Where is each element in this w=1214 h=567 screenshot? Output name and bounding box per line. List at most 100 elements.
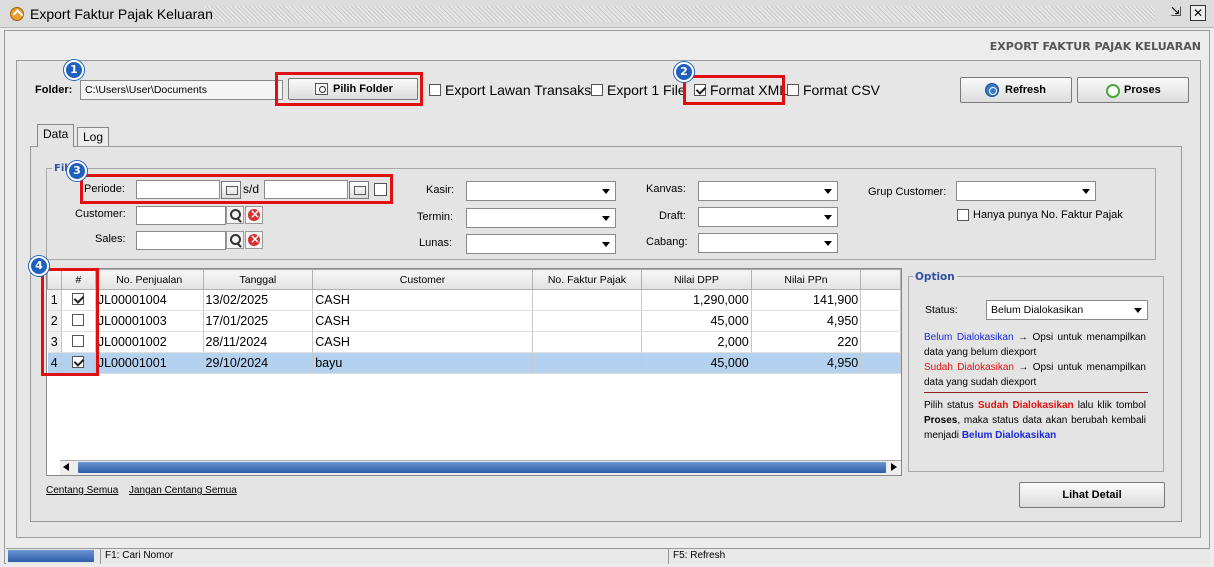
nilai-ppn-cell: 4,950	[751, 310, 862, 332]
sales-search-icon[interactable]	[226, 231, 244, 249]
chevron-down-icon	[602, 216, 610, 221]
note-part-1: Pilih status	[924, 400, 978, 411]
column-header-extra	[860, 269, 901, 290]
chevron-down-icon	[824, 241, 832, 246]
column-header-customer[interactable]: Customer	[312, 269, 533, 290]
no-faktur-pajak-cell	[532, 310, 643, 332]
proses-label: Proses	[1124, 84, 1161, 96]
export-one-file-label: Export 1 File	[607, 82, 686, 98]
app-icon	[10, 7, 24, 21]
column-header-nilai-ppn[interactable]: Nilai PPn	[750, 269, 862, 290]
option-note: Pilih status Sudah Dialokasikan lalu kli…	[924, 398, 1146, 443]
kasir-label: Kasir:	[426, 184, 455, 196]
tanggal-cell: 29/10/2024	[203, 352, 314, 374]
annotation-box-2	[683, 75, 785, 105]
customer-cell: bayu	[312, 352, 533, 374]
table-row[interactable]: 3 JL00001002 28/11/2024 CASH 2,000 220	[47, 331, 901, 353]
no-faktur-pajak-cell	[532, 352, 643, 374]
note-sudah: Sudah Dialokasikan	[977, 400, 1074, 411]
nilai-dpp-cell: 2,000	[641, 331, 752, 353]
refresh-icon	[985, 83, 999, 97]
draft-select[interactable]	[698, 207, 838, 227]
no-faktur-pajak-cell	[532, 289, 643, 311]
progress-indicator	[8, 550, 94, 562]
column-header-no-faktur-pajak[interactable]: No. Faktur Pajak	[531, 269, 643, 290]
annotation-marker-3: 3	[67, 161, 87, 181]
status-f5: F5: Refresh	[668, 548, 1208, 564]
customer-cell: CASH	[312, 289, 533, 311]
customer-cell: CASH	[312, 310, 533, 332]
chevron-down-icon	[824, 189, 832, 194]
note-proses: Proses	[924, 415, 958, 426]
sudah-description: Sudah Dialokasikan → Opsi untuk menampil…	[924, 360, 1146, 390]
proses-button[interactable]: Proses	[1077, 77, 1189, 103]
chevron-down-icon	[602, 189, 610, 194]
table-row[interactable]: 2 JL00001003 17/01/2025 CASH 45,000 4,950	[47, 310, 901, 332]
close-icon[interactable]: ✕	[1190, 5, 1206, 21]
no-penjualan-cell: JL00001001	[95, 352, 204, 374]
annotation-box-3	[80, 174, 393, 204]
lunas-select[interactable]	[466, 234, 616, 254]
cabang-select[interactable]	[698, 233, 838, 253]
note-part-2: lalu klik tombol	[1073, 400, 1147, 411]
nilai-ppn-cell: 141,900	[751, 289, 862, 311]
folder-path-value: C:\Users\User\Documents	[85, 84, 207, 96]
no-faktur-pajak-cell	[532, 331, 643, 353]
scrollbar-thumb[interactable]	[78, 462, 886, 473]
grup-customer-select[interactable]	[956, 181, 1096, 201]
termin-label: Termin:	[417, 211, 454, 223]
tab-data[interactable]: Data	[37, 124, 75, 147]
option-title: Option	[913, 271, 957, 283]
chevron-down-icon	[1134, 308, 1142, 313]
note-belum: Belum Dialokasikan	[961, 430, 1057, 441]
format-csv-checkbox[interactable]	[787, 84, 799, 96]
export-lawan-checkbox[interactable]	[429, 84, 441, 96]
customer-search-icon[interactable]	[226, 206, 244, 224]
tab-log[interactable]: Log	[77, 127, 110, 147]
table-header-row: # No. Penjualan Tanggal Customer No. Fak…	[47, 269, 901, 290]
option-divider	[924, 392, 1148, 393]
cabang-label: Cabang:	[646, 236, 688, 248]
annotation-marker-1: 1	[64, 60, 84, 80]
column-header-no-penjualan[interactable]: No. Penjualan	[94, 269, 204, 290]
scroll-right-icon[interactable]	[891, 463, 897, 471]
status-select[interactable]: Belum Dialokasikan	[986, 300, 1148, 320]
customer-input[interactable]	[136, 206, 226, 225]
sales-table-grid: # No. Penjualan Tanggal Customer No. Fak…	[47, 269, 901, 374]
extra-cell	[860, 331, 901, 353]
customer-clear-icon[interactable]	[245, 206, 263, 224]
kanvas-label: Kanvas:	[646, 183, 686, 195]
refresh-label: Refresh	[1005, 84, 1046, 96]
nilai-dpp-cell: 1,290,000	[641, 289, 752, 311]
restore-icon[interactable]: ⇲	[1168, 5, 1184, 21]
nilai-dpp-cell: 45,000	[641, 352, 752, 374]
export-one-file-checkbox[interactable]	[591, 84, 603, 96]
hanya-punya-checkbox[interactable]	[957, 209, 969, 221]
scroll-left-icon[interactable]	[63, 463, 69, 471]
centang-semua-link[interactable]: Centang Semua	[46, 485, 118, 496]
table-row[interactable]: 4 JL00001001 29/10/2024 bayu 45,000 4,950	[47, 352, 901, 374]
refresh-button[interactable]: Refresh	[960, 77, 1072, 103]
folder-path-field[interactable]: C:\Users\User\Documents	[80, 80, 283, 100]
extra-cell	[860, 310, 901, 332]
termin-select[interactable]	[466, 208, 616, 228]
customer-label: Customer:	[75, 208, 126, 220]
no-penjualan-cell: JL00001002	[95, 331, 204, 353]
kasir-select[interactable]	[466, 181, 616, 201]
kanvas-select[interactable]	[698, 181, 838, 201]
jangan-centang-semua-link[interactable]: Jangan Centang Semua	[129, 485, 237, 496]
belum-term: Belum Dialokasikan	[924, 332, 1014, 343]
lihat-detail-button[interactable]: Lihat Detail	[1019, 482, 1165, 508]
export-lawan-label: Export Lawan Transaksi	[445, 82, 595, 98]
sales-table: # No. Penjualan Tanggal Customer No. Fak…	[46, 268, 902, 476]
column-header-nilai-dpp[interactable]: Nilai DPP	[641, 269, 752, 290]
sales-clear-icon[interactable]	[245, 231, 263, 249]
no-penjualan-cell: JL00001004	[95, 289, 204, 311]
sales-input[interactable]	[136, 231, 226, 250]
status-f1: F1: Cari Nomor	[100, 548, 668, 564]
table-row[interactable]: 1 JL00001004 13/02/2025 CASH 1,290,000 141,90…	[47, 289, 901, 311]
column-header-tanggal[interactable]: Tanggal	[202, 269, 314, 290]
tanggal-cell: 17/01/2025	[203, 310, 314, 332]
annotation-box-4	[41, 268, 99, 376]
annotation-box-1	[275, 72, 423, 106]
